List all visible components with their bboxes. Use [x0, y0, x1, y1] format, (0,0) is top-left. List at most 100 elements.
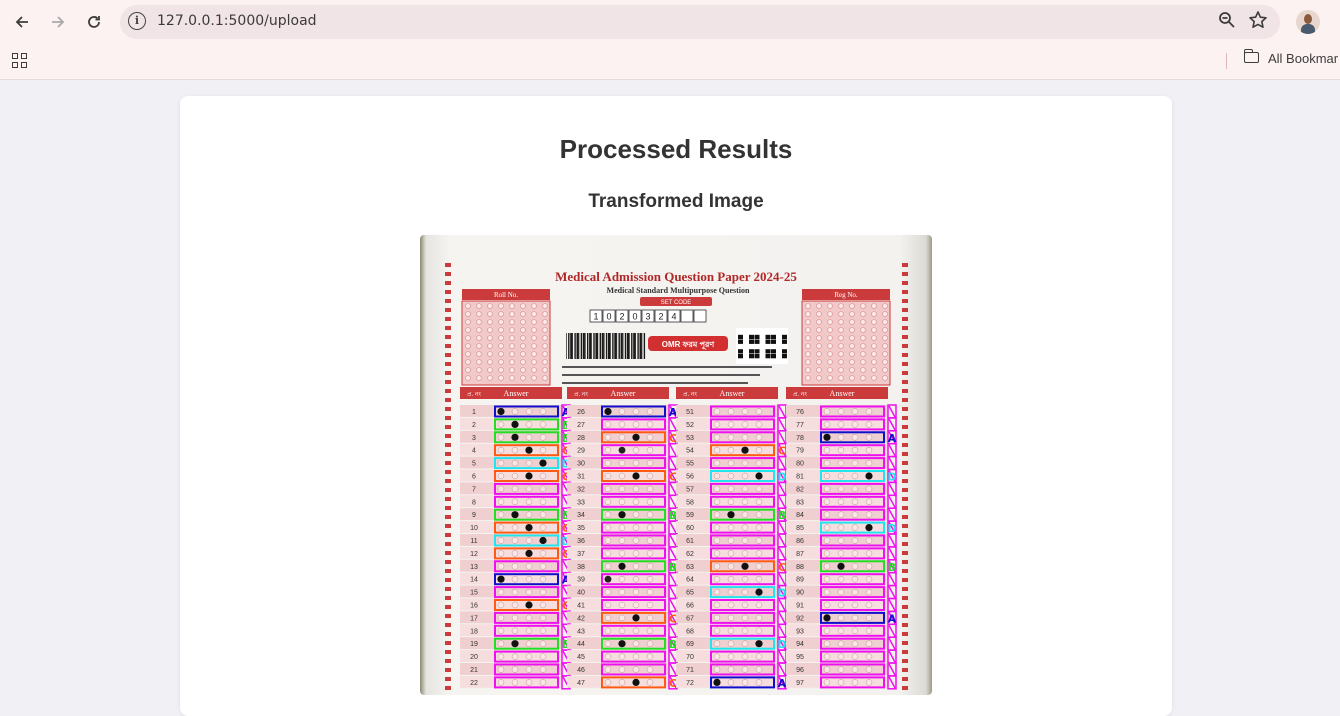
answer-bubble — [618, 524, 626, 531]
timing-mark — [445, 308, 451, 312]
reg-bubble — [882, 375, 888, 381]
answer-bubble — [646, 421, 654, 428]
filled-bubble — [511, 420, 519, 428]
reg-bubble — [805, 303, 811, 309]
set-code-box — [680, 309, 694, 323]
question-number: 55 — [686, 461, 694, 468]
reg-bubble — [871, 367, 877, 373]
answer-bubble — [604, 627, 612, 635]
question-number: 38 — [577, 564, 585, 571]
barcode-bar — [595, 333, 598, 359]
timing-mark — [902, 308, 908, 312]
answer-bubble — [851, 563, 859, 570]
answer-bubble — [823, 653, 831, 660]
barcode-bar — [626, 333, 629, 359]
answer-bubble — [823, 511, 831, 518]
filled-bubble — [511, 511, 519, 519]
back-button[interactable] — [8, 8, 36, 36]
timing-mark — [445, 551, 451, 555]
timing-mark — [445, 533, 451, 537]
answer-bubble — [525, 537, 533, 544]
timing-mark — [445, 686, 451, 690]
answer-bubble — [497, 434, 505, 441]
answer-bubble — [865, 459, 873, 467]
answer-bubble — [727, 537, 735, 544]
answer-bubble — [727, 459, 735, 467]
roll-bubble — [509, 327, 515, 333]
annotation-strike — [778, 534, 786, 547]
answer-bubble — [741, 408, 749, 415]
answer-bubble — [727, 408, 735, 415]
reg-bubble — [805, 351, 811, 357]
answer-bubble — [539, 653, 547, 660]
question-number: 28 — [577, 435, 585, 442]
answer-bubble — [539, 601, 547, 609]
timing-mark — [902, 506, 908, 510]
annotation-strike — [778, 405, 786, 418]
zoom-icon[interactable] — [1218, 11, 1236, 34]
detected-answer-letter: B — [778, 509, 786, 522]
address-bar[interactable]: i 127.0.0.1:5000/upload — [120, 5, 1280, 39]
timing-mark — [902, 407, 908, 411]
timing-mark — [902, 632, 908, 636]
filled-bubble — [865, 472, 873, 480]
filled-bubble — [497, 575, 505, 583]
answer-bubble — [727, 524, 735, 531]
roll-bubble — [542, 359, 548, 365]
question-number: 56 — [686, 474, 694, 481]
answer-bubble — [865, 434, 873, 441]
answer-bubble — [865, 446, 873, 454]
forward-button[interactable] — [44, 8, 72, 36]
filled-bubble — [727, 511, 735, 519]
answer-bubble — [713, 459, 721, 467]
reload-button[interactable] — [80, 8, 108, 36]
barcode-bar — [633, 333, 636, 359]
question-number: 66 — [686, 603, 694, 610]
timing-mark — [902, 416, 908, 420]
reg-bubble — [871, 319, 877, 325]
answer-bubble — [539, 640, 547, 647]
timing-mark — [445, 335, 451, 339]
answer-bubble — [539, 408, 547, 415]
answer-bubble — [865, 408, 873, 415]
answer-bubble — [755, 666, 763, 673]
timing-mark — [902, 452, 908, 456]
filled-bubble — [618, 511, 626, 519]
annotation-strike — [778, 612, 786, 624]
answer-bubble — [539, 627, 547, 635]
all-bookmarks-folder[interactable]: All Bookmar — [1243, 49, 1338, 66]
roll-bubble — [476, 335, 482, 341]
profile-avatar[interactable] — [1296, 10, 1320, 34]
answer-bubble — [851, 537, 859, 544]
question-number: 19 — [470, 641, 478, 648]
answer-bubble — [646, 679, 654, 686]
detected-answer-letter: C — [669, 432, 677, 445]
timing-mark — [902, 362, 908, 366]
question-number: 32 — [577, 486, 585, 493]
answer-bubble — [632, 550, 640, 557]
star-icon[interactable] — [1248, 10, 1268, 36]
answer-bubble — [497, 511, 505, 518]
answer-bubble — [713, 588, 721, 596]
url-text[interactable]: 127.0.0.1:5000/upload — [157, 13, 317, 29]
apps-grid-icon[interactable] — [12, 53, 27, 68]
info-icon[interactable]: i — [128, 12, 146, 30]
barcode-bar — [580, 333, 583, 359]
roll-bubble — [487, 311, 493, 317]
timing-mark — [902, 344, 908, 348]
barcode-bar — [641, 333, 643, 359]
annotation-strike — [888, 599, 896, 611]
answer-bubble — [497, 679, 505, 686]
filled-bubble — [755, 472, 763, 480]
answer-bubble — [865, 563, 873, 570]
detected-answer-letter: D — [777, 638, 786, 651]
answer-bubble — [713, 446, 721, 454]
reload-icon — [88, 16, 100, 28]
annotation-strike — [778, 573, 786, 586]
answer-bubble — [525, 627, 533, 635]
answer-bubble — [755, 601, 763, 609]
annotation-strike — [778, 624, 786, 637]
reg-bubble — [882, 359, 888, 365]
annotation-strike — [778, 431, 786, 444]
qr-module — [771, 354, 776, 359]
